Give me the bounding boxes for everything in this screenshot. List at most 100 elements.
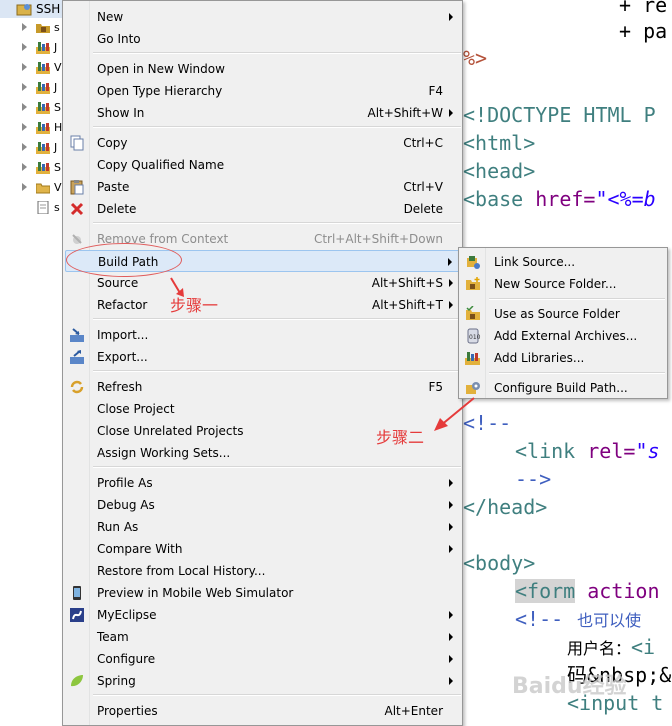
tree-row[interactable]: V bbox=[0, 58, 64, 78]
menu-item-label: Open Type Hierarchy bbox=[97, 84, 223, 98]
tree-row-label: J bbox=[54, 81, 58, 94]
expand-arrow-icon[interactable] bbox=[22, 143, 27, 151]
menu-item-compare-with[interactable]: Compare With bbox=[65, 538, 461, 560]
tree-row-label: S bbox=[54, 101, 61, 114]
library-icon bbox=[36, 41, 50, 54]
menu-item-properties[interactable]: Properties Alt+Enter bbox=[65, 700, 461, 722]
tree-row-label: J bbox=[54, 41, 58, 54]
build-path-submenu: Link Source... New Source Folder... Use as… bbox=[458, 247, 668, 399]
menu-item-myeclipse[interactable]: MyEclipse bbox=[65, 604, 461, 626]
tree-row[interactable]: J bbox=[0, 38, 64, 58]
code-line-comment2: <!-- 也可以使 bbox=[515, 608, 641, 632]
expand-arrow-icon[interactable] bbox=[22, 183, 27, 191]
tree-row[interactable]: s bbox=[0, 18, 64, 38]
expand-arrow-icon[interactable] bbox=[22, 63, 27, 71]
form-attr: action bbox=[575, 579, 660, 603]
submenu-arrow-icon bbox=[449, 611, 453, 619]
project-root-row[interactable]: SSH bbox=[0, 0, 64, 18]
menu-item-restore-from-local-history[interactable]: Restore from Local History... bbox=[65, 560, 461, 582]
menu-item-import[interactable]: Import... bbox=[65, 324, 461, 346]
menu-item-refresh[interactable]: Refresh F5 bbox=[65, 376, 461, 398]
menu-item-delete[interactable]: Delete Delete bbox=[65, 198, 461, 220]
menu-item-label: Refresh bbox=[97, 380, 143, 394]
code-line-head-close: </head> bbox=[463, 495, 548, 519]
username-label: 用户名： bbox=[567, 639, 632, 658]
menu-item-preview-in-mobile-web-simulator[interactable]: Preview in Mobile Web Simulator bbox=[65, 582, 461, 604]
library-icon bbox=[36, 61, 50, 74]
submenu-arrow-icon bbox=[449, 501, 453, 509]
expand-arrow-icon[interactable] bbox=[22, 123, 27, 131]
menu-item-debug-as[interactable]: Debug As bbox=[65, 494, 461, 516]
menu-item-shortcut: Alt+Shift+W bbox=[367, 106, 444, 120]
menu-separator bbox=[93, 370, 461, 372]
menu-item-run-as[interactable]: Run As bbox=[65, 516, 461, 538]
menu-item-show-in[interactable]: Show In Alt+Shift+W bbox=[65, 102, 461, 124]
menu-item-paste[interactable]: Paste Ctrl+V bbox=[65, 176, 461, 198]
menu-item-shortcut: Alt+Shift+T bbox=[372, 298, 443, 312]
menu-item-spring[interactable]: Spring bbox=[65, 670, 461, 692]
expand-arrow-icon[interactable] bbox=[22, 103, 27, 111]
submenu-item-add-libraries[interactable]: Add Libraries... bbox=[461, 347, 666, 369]
menu-item-close-project[interactable]: Close Project bbox=[65, 398, 461, 420]
menu-item-label: Refactor bbox=[97, 298, 148, 312]
submenu-item-configure-build-path[interactable]: Configure Build Path... bbox=[461, 377, 666, 399]
submenu-item-new-source-folder[interactable]: New Source Folder... bbox=[461, 273, 666, 295]
expand-arrow-icon[interactable] bbox=[22, 23, 27, 31]
submenu-arrow-icon bbox=[449, 301, 453, 309]
menu-item-team[interactable]: Team bbox=[65, 626, 461, 648]
menu-separator bbox=[93, 52, 461, 54]
submenu-arrow-icon bbox=[449, 545, 453, 553]
menu-item-label: MyEclipse bbox=[97, 608, 157, 622]
archive-icon: 010 bbox=[465, 328, 481, 344]
spring-leaf-icon bbox=[69, 673, 85, 689]
paste-icon bbox=[69, 179, 85, 195]
menu-separator bbox=[93, 126, 461, 128]
code-line-plus1: + re bbox=[619, 0, 668, 17]
tree-row[interactable]: V bbox=[0, 178, 64, 198]
step1-label: 步骤一 bbox=[170, 296, 219, 315]
base-value: "<%=b bbox=[595, 187, 656, 211]
menu-item-configure[interactable]: Configure bbox=[65, 648, 461, 670]
menu-item-label: Run As bbox=[97, 520, 139, 534]
menu-item-copy[interactable]: Copy Ctrl+C bbox=[65, 132, 461, 154]
tree-row[interactable]: J bbox=[0, 78, 64, 98]
tree-row[interactable]: J bbox=[0, 138, 64, 158]
username-tag: <i bbox=[631, 635, 656, 659]
menu-item-label: Compare With bbox=[97, 542, 183, 556]
menu-item-label: Import... bbox=[97, 328, 149, 342]
menu-item-export[interactable]: Export... bbox=[65, 346, 461, 368]
menu-item-new[interactable]: New bbox=[65, 6, 461, 28]
step2-label: 步骤二 bbox=[376, 428, 425, 447]
menu-item-open-type-hierarchy[interactable]: Open Type Hierarchy F4 bbox=[65, 80, 461, 102]
submenu-item-link-source[interactable]: Link Source... bbox=[461, 251, 666, 273]
expand-arrow-icon[interactable] bbox=[22, 83, 27, 91]
menu-item-profile-as[interactable]: Profile As bbox=[65, 472, 461, 494]
submenu-item-use-as-source-folder[interactable]: Use as Source Folder bbox=[461, 303, 666, 325]
export-icon bbox=[69, 349, 85, 365]
tree-row[interactable]: S bbox=[0, 158, 64, 178]
delete-icon bbox=[69, 201, 85, 217]
menu-item-open-in-new-window[interactable]: Open in New Window bbox=[65, 58, 461, 80]
new-source-folder-icon bbox=[465, 276, 481, 292]
tree-row[interactable]: H bbox=[0, 118, 64, 138]
menu-item-label: Configure bbox=[97, 652, 156, 666]
remove-context-icon bbox=[69, 231, 85, 247]
menu-item-refactor[interactable]: Refactor Alt+Shift+T bbox=[65, 294, 461, 316]
menu-item-label: Assign Working Sets... bbox=[97, 446, 231, 460]
menu-item-copy-qualified-name[interactable]: Copy Qualified Name bbox=[65, 154, 461, 176]
tree-row[interactable]: S bbox=[0, 98, 64, 118]
menu-item-go-into[interactable]: Go Into bbox=[65, 28, 461, 50]
submenu-arrow-icon bbox=[449, 523, 453, 531]
menu-item-label: Go Into bbox=[97, 32, 141, 46]
menu-item-shortcut: Delete bbox=[403, 202, 443, 216]
expand-arrow-icon[interactable] bbox=[22, 43, 27, 51]
tree-row[interactable]: s bbox=[0, 198, 64, 218]
menu-item-label: Copy bbox=[97, 136, 128, 150]
expand-arrow-icon[interactable] bbox=[22, 163, 27, 171]
code-line-body-open: <body> bbox=[463, 551, 536, 575]
submenu-separator bbox=[489, 372, 665, 374]
submenu-item-add-external-archives[interactable]: 010 Add External Archives... bbox=[461, 325, 666, 347]
menu-item-shortcut: Alt+Enter bbox=[384, 704, 443, 718]
myeclipse-icon bbox=[69, 607, 85, 623]
import-icon bbox=[69, 327, 85, 343]
